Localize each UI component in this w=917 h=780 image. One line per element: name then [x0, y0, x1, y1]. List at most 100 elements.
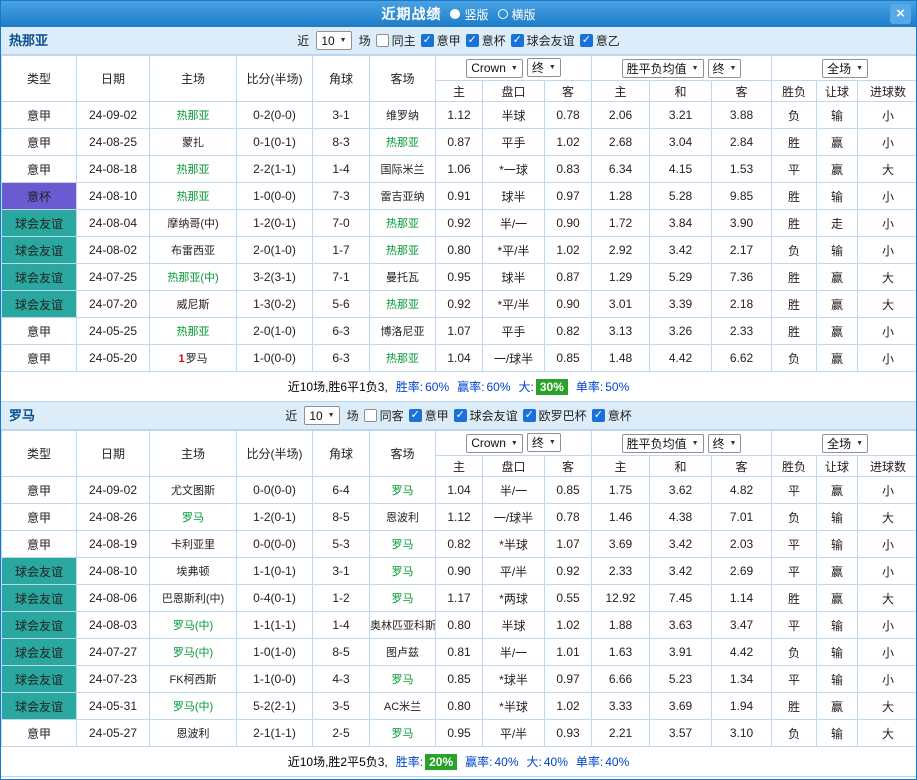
- col-header-host: 主: [435, 455, 483, 477]
- venue-filter-checkbox-box[interactable]: [375, 34, 389, 47]
- cell-avg-away: 2.33: [711, 317, 773, 345]
- competition-checkbox[interactable]: 球会友谊: [453, 407, 518, 424]
- radio-unselected-icon[interactable]: [497, 9, 508, 19]
- cell-home-team: 罗马(中): [149, 692, 237, 720]
- cell-away-team: 奥林匹亚科斯: [369, 611, 436, 639]
- avg-stage-select[interactable]: 终 ▼: [707, 58, 742, 78]
- competition-checkbox-box[interactable]: [408, 408, 422, 422]
- scope-header: 全场 ▼: [771, 430, 916, 456]
- venue-filter-checkbox[interactable]: 同客: [363, 407, 404, 424]
- cell-home-team: 1罗马: [149, 344, 237, 372]
- competition-checkbox[interactable]: 意杯: [465, 32, 506, 49]
- close-button[interactable]: ×: [890, 4, 911, 24]
- cell-score: 2-0(1-0): [236, 236, 313, 264]
- cell-handicap: *半球: [482, 692, 545, 720]
- stat-item: 胜率: 60%: [396, 378, 449, 395]
- cell-home-team: 巴恩斯利(中): [149, 584, 237, 612]
- competition-checkbox[interactable]: 欧罗巴杯: [522, 407, 587, 424]
- cell-handicap: 半/一: [482, 638, 545, 666]
- competition-checkbox-box[interactable]: [522, 408, 536, 422]
- competition-checkbox[interactable]: 意杯: [591, 407, 632, 424]
- cell-away-team: 博洛尼亚: [369, 317, 436, 345]
- cell-score: 0-0(0-0): [236, 476, 313, 504]
- scope-select[interactable]: 全场 ▼: [822, 58, 869, 78]
- competition-checkbox-box[interactable]: [579, 33, 593, 47]
- layout-radio-horizontal[interactable]: 横版: [497, 6, 536, 23]
- competition-checkbox-box[interactable]: [510, 33, 524, 47]
- avg-method-select[interactable]: 胜平负均值 ▼: [621, 58, 704, 78]
- match-count-select[interactable]: 10 ▼: [304, 406, 340, 425]
- cell-handicap-result: 输: [816, 611, 859, 639]
- cell-date: 24-07-20: [76, 290, 150, 318]
- match-row: 意杯 24-08-10 热那亚 1-0(0-0) 7-3 雷吉亚纳 0.91 球半 0.97 1.…: [1, 182, 916, 210]
- cell-handicap-result: 赢: [816, 584, 859, 612]
- table-head: 类型 日期 主场 比分(半场) 角球 客场 Crown ▼ 终 ▼ 胜平负均值 ▼ 终 ▼ 全场 ▼ 主盘口客主…: [1, 55, 916, 102]
- avg-stage-select[interactable]: 终 ▼: [707, 433, 742, 453]
- cell-home-odds: 0.92: [435, 290, 483, 318]
- home-team-name: 威尼斯: [176, 299, 210, 311]
- home-team-name: 罗马(中): [172, 620, 214, 632]
- cell-away-odds: 0.83: [543, 155, 593, 183]
- home-team-name: 热那亚(中): [167, 272, 219, 284]
- layout-radio-vertical[interactable]: 竖版: [450, 6, 489, 23]
- odds-stage-select[interactable]: 终 ▼: [526, 58, 561, 78]
- cell-home-team: 布雷西亚: [149, 236, 237, 264]
- cell-date: 24-08-18: [76, 155, 150, 183]
- chevron-down-icon: ▼: [548, 439, 556, 447]
- col-header-corner: 角球: [312, 430, 370, 477]
- cell-competition: 球会友谊: [1, 584, 77, 612]
- competition-checkbox-box[interactable]: [591, 408, 605, 422]
- cell-handicap: 平手: [482, 128, 545, 156]
- recent-results-window: 近期战绩 竖版 横版 × 热那亚近10▼场同主意甲意杯球会友谊意乙类型日期主场比…: [0, 0, 917, 780]
- cell-corners: 3-1: [312, 557, 370, 585]
- competition-checkbox[interactable]: 意乙: [579, 32, 620, 49]
- cell-avg-away: 6.62: [711, 344, 773, 372]
- match-table: 类型 日期 主场 比分(半场) 角球 客场 Crown ▼ 终 ▼ 胜平负均值 ▼ 终 ▼ 全场 ▼ 主盘口客主…: [1, 55, 916, 372]
- cell-competition: 意杯: [1, 182, 77, 210]
- scope-select[interactable]: 全场 ▼: [822, 433, 869, 453]
- avg-method-select[interactable]: 胜平负均值 ▼: [621, 433, 704, 453]
- match-count-select[interactable]: 10 ▼: [316, 31, 352, 50]
- table-head: 类型 日期 主场 比分(半场) 角球 客场 Crown ▼ 终 ▼ 胜平负均值 ▼ 终 ▼ 全场 ▼ 主盘口客主…: [1, 430, 916, 477]
- match-count-select-value: 10: [309, 408, 323, 423]
- competition-checkbox[interactable]: 球会友谊: [510, 32, 575, 49]
- home-team-name: 摩纳哥(中): [167, 218, 219, 230]
- cell-avg-draw: 3.04: [649, 128, 713, 156]
- away-team-name: 奥林匹亚科斯: [370, 620, 436, 632]
- cell-avg-draw: 3.26: [649, 317, 713, 345]
- competition-checkbox-box[interactable]: [420, 33, 434, 47]
- competition-checkbox[interactable]: 意甲: [408, 407, 449, 424]
- cell-handicap-result: 输: [816, 503, 859, 531]
- cell-avg-away: 2.18: [711, 290, 773, 318]
- venue-filter-checkbox-box[interactable]: [363, 409, 377, 422]
- radio-selected-icon[interactable]: [450, 9, 461, 19]
- competition-checkbox[interactable]: 意甲: [420, 32, 461, 49]
- odds-source-select[interactable]: Crown ▼: [466, 58, 523, 78]
- cell-handicap: *半球: [482, 530, 545, 558]
- cell-home-team: 罗马: [149, 503, 237, 531]
- venue-filter-checkbox[interactable]: 同主: [375, 32, 416, 49]
- cell-score: 1-2(0-1): [236, 209, 313, 237]
- cell-away-team: 恩波利: [369, 503, 436, 531]
- col-header-score: 比分(半场): [236, 55, 313, 102]
- cell-home-odds: 0.85: [435, 665, 483, 693]
- competition-checkbox-box[interactable]: [465, 33, 479, 47]
- cell-score: 0-2(0-0): [236, 101, 313, 129]
- cell-home-odds: 0.95: [435, 719, 483, 747]
- col-header-host: 主: [435, 80, 483, 102]
- odds-source-select[interactable]: Crown ▼: [466, 433, 523, 453]
- competition-checkbox-box[interactable]: [453, 408, 467, 422]
- cell-corners: 3-1: [312, 101, 370, 129]
- odds-stage-select-value: 终: [531, 436, 544, 451]
- cell-corners: 5-6: [312, 290, 370, 318]
- cell-avg-home: 6.34: [591, 155, 651, 183]
- away-team-name: 罗马: [391, 485, 414, 497]
- odds-stage-select[interactable]: 终 ▼: [526, 433, 561, 453]
- cell-date: 24-05-20: [76, 344, 150, 372]
- cell-home-odds: 1.12: [435, 101, 483, 129]
- col-header-avg_away: 客: [711, 455, 773, 477]
- venue-filter-checkbox-label: 同客: [379, 409, 404, 423]
- match-row: 球会友谊 24-07-27 罗马(中) 1-0(1-0) 8-5 图卢兹 0.81 半/一 1.…: [1, 638, 916, 666]
- cell-away-odds: 0.90: [543, 290, 593, 318]
- cell-avg-away: 7.01: [711, 503, 773, 531]
